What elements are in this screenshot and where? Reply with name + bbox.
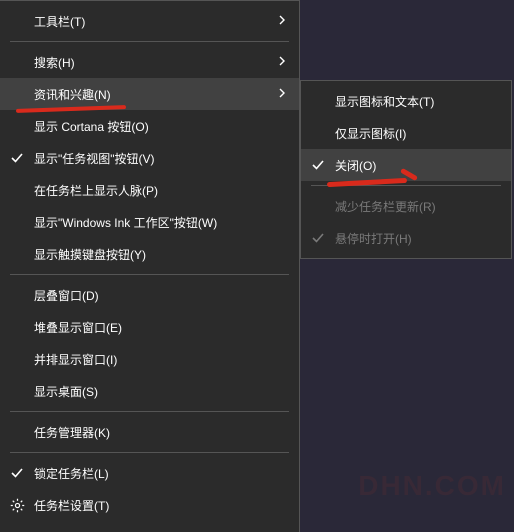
menu-item-label: 显示"Windows Ink 工作区"按钮(W) (26, 214, 289, 231)
menu-separator (10, 452, 289, 453)
main_menu-item[interactable]: 显示"Windows Ink 工作区"按钮(W) (0, 206, 299, 238)
chevron-right-icon (277, 56, 289, 68)
news-interests-submenu: 显示图标和文本(T) 仅显示图标(I) 关闭(O) 减少任务栏更新(R) 悬停时打开(H… (300, 80, 512, 259)
icon-placeholder (8, 181, 26, 199)
main_menu-item[interactable]: 显示"任务视图"按钮(V) (0, 142, 299, 174)
main_menu-item[interactable]: 工具栏(T) (0, 5, 299, 37)
icon-placeholder (309, 124, 327, 142)
menu-item-label: 显示"任务视图"按钮(V) (26, 150, 289, 167)
menu-separator (10, 274, 289, 275)
icon-placeholder (8, 350, 26, 368)
icon-placeholder (309, 92, 327, 110)
icon-placeholder (8, 286, 26, 304)
menu-item-label: 并排显示窗口(I) (26, 351, 289, 368)
check-icon (309, 156, 327, 174)
menu-item-label: 任务管理器(K) (26, 424, 289, 441)
icon-placeholder (8, 12, 26, 30)
gear-icon (8, 496, 26, 514)
chevron-right-icon (277, 88, 289, 100)
taskbar-context-menu: 工具栏(T) 搜索(H) 资讯和兴趣(N) 显示 Cortana 按钮(O) 显示"任务… (0, 0, 300, 532)
menu-item-label: 工具栏(T) (26, 13, 277, 30)
menu-item-label: 减少任务栏更新(R) (327, 198, 501, 215)
menu-item-label: 在任务栏上显示人脉(P) (26, 182, 289, 199)
menu-item-label: 悬停时打开(H) (327, 230, 501, 247)
menu-item-label: 堆叠显示窗口(E) (26, 319, 289, 336)
icon-placeholder (8, 245, 26, 263)
check-icon (8, 149, 26, 167)
menu-item-label: 显示 Cortana 按钮(O) (26, 118, 289, 135)
menu-item-label: 仅显示图标(I) (327, 125, 501, 142)
menu-item-label: 显示触摸键盘按钮(Y) (26, 246, 289, 263)
chevron-right-icon (277, 15, 289, 27)
main_menu-item[interactable]: 显示桌面(S) (0, 375, 299, 407)
main_menu-item[interactable]: 锁定任务栏(L) (0, 457, 299, 489)
menu-separator (10, 411, 289, 412)
sub_menu-item[interactable]: 显示图标和文本(T) (301, 85, 511, 117)
icon-placeholder (8, 53, 26, 71)
menu-item-label: 锁定任务栏(L) (26, 465, 289, 482)
icon-placeholder (8, 423, 26, 441)
main_menu-item[interactable]: 资讯和兴趣(N) (0, 78, 299, 110)
sub_menu-item: 减少任务栏更新(R) (301, 190, 511, 222)
main_menu-item[interactable]: 任务栏设置(T) (0, 489, 299, 521)
main_menu-item[interactable]: 并排显示窗口(I) (0, 343, 299, 375)
menu-separator (311, 185, 501, 186)
main_menu-item[interactable]: 显示触摸键盘按钮(Y) (0, 238, 299, 270)
menu-separator (10, 41, 289, 42)
icon-placeholder (8, 117, 26, 135)
watermark-text: DHN.COM (358, 470, 506, 502)
main_menu-item[interactable]: 在任务栏上显示人脉(P) (0, 174, 299, 206)
sub_menu-item[interactable]: 关闭(O) (301, 149, 511, 181)
icon-placeholder (8, 85, 26, 103)
sub_menu-item: 悬停时打开(H) (301, 222, 511, 254)
menu-item-label: 显示图标和文本(T) (327, 93, 501, 110)
menu-item-label: 资讯和兴趣(N) (26, 86, 277, 103)
menu-item-label: 关闭(O) (327, 157, 501, 174)
main_menu-item[interactable]: 堆叠显示窗口(E) (0, 311, 299, 343)
menu-item-label: 任务栏设置(T) (26, 497, 289, 514)
icon-placeholder (8, 382, 26, 400)
check-icon (8, 464, 26, 482)
menu-item-label: 显示桌面(S) (26, 383, 289, 400)
main_menu-item[interactable]: 层叠窗口(D) (0, 279, 299, 311)
sub_menu-item[interactable]: 仅显示图标(I) (301, 117, 511, 149)
icon-placeholder (8, 213, 26, 231)
icon-placeholder (8, 318, 26, 336)
main_menu-item[interactable]: 搜索(H) (0, 46, 299, 78)
menu-item-label: 层叠窗口(D) (26, 287, 289, 304)
main_menu-item[interactable]: 任务管理器(K) (0, 416, 299, 448)
check-icon (309, 229, 327, 247)
icon-placeholder (309, 197, 327, 215)
main_menu-item[interactable]: 显示 Cortana 按钮(O) (0, 110, 299, 142)
menu-item-label: 搜索(H) (26, 54, 277, 71)
